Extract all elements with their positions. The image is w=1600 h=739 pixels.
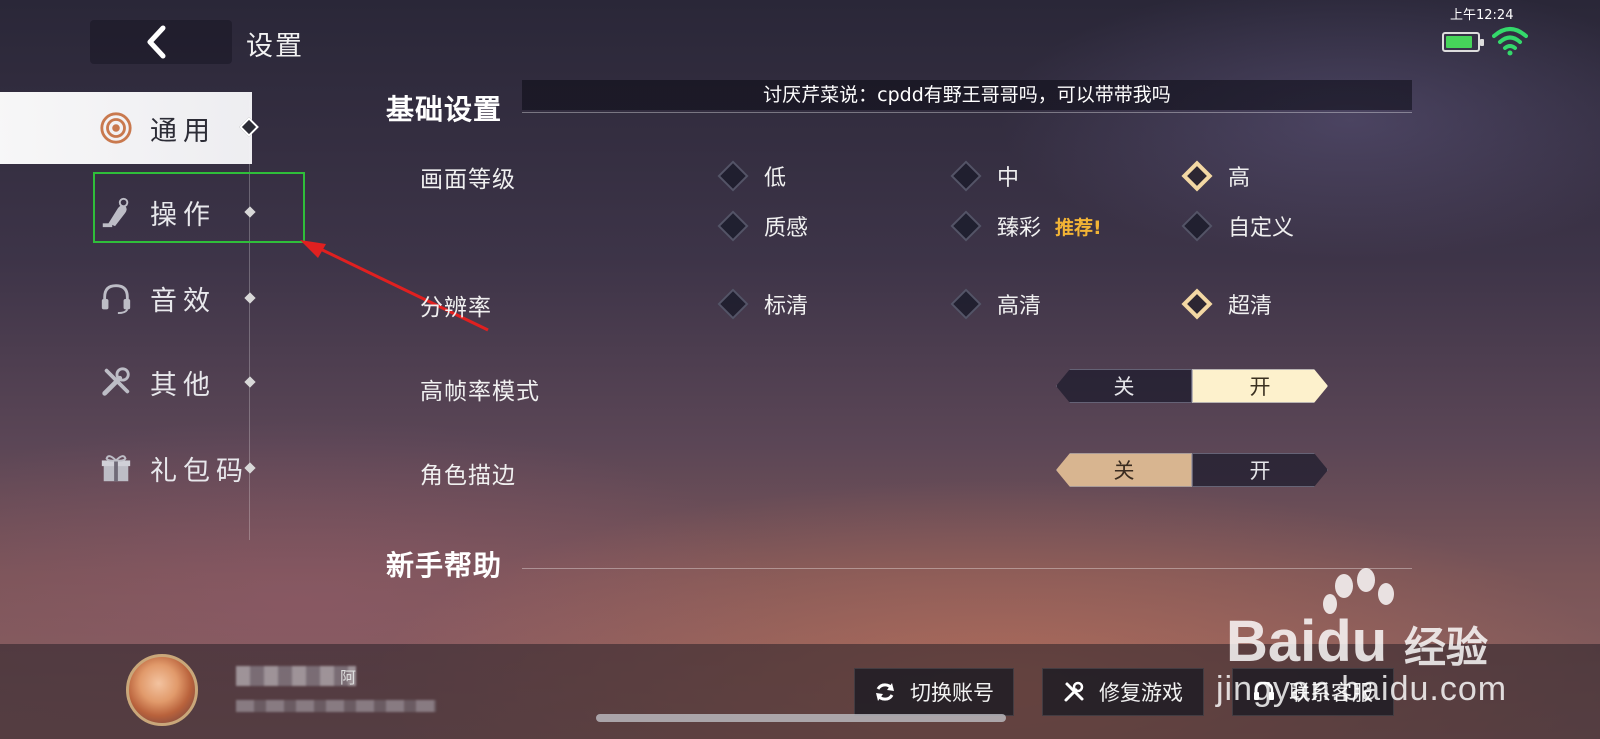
graphics-option-custom[interactable]: 自定义 (1181, 210, 1294, 242)
sidebar-item-label: 其他 (150, 369, 216, 401)
radio-diamond (717, 288, 749, 320)
baidu-jingyan-watermark: Baidu 经验 jingyan.baidu.com (1216, 568, 1526, 738)
switch-account-button[interactable]: 切换账号 (854, 668, 1014, 716)
refresh-icon (876, 683, 894, 701)
radio-diamond-selected (1181, 160, 1213, 192)
sidebar-item-gift-code[interactable]: 礼包码 (0, 432, 256, 504)
headset-icon (98, 280, 134, 316)
sidebar-item-other[interactable]: 其他 (0, 346, 256, 418)
sidebar-item-general[interactable]: 通用 (0, 92, 259, 164)
sidebar-item-sound[interactable]: 音效 (0, 262, 256, 334)
watermark-brand: Baidu (1226, 609, 1388, 674)
annotation-highlight-box (93, 172, 305, 243)
battery-level (1446, 36, 1472, 48)
toggle-on-option[interactable]: 开 (1192, 453, 1328, 487)
radio-diamond-selected (1181, 288, 1213, 320)
radio-diamond (950, 288, 982, 320)
sidebar-item-label: 通用 (150, 115, 216, 147)
radio-diamond (717, 210, 749, 242)
user-name-redacted (236, 666, 356, 686)
user-id-redacted (236, 700, 436, 712)
section-divider (522, 112, 1412, 113)
toggle-off-option[interactable]: 关 (1056, 453, 1192, 487)
page-title: 设置 (246, 31, 304, 62)
avatar[interactable] (126, 654, 198, 726)
nav-dot (244, 376, 256, 388)
graphics-level-label: 画面等级 (420, 167, 516, 193)
home-indicator-bar (596, 714, 1006, 722)
broadcast-icon (98, 110, 134, 146)
outline-label: 角色描边 (420, 463, 516, 489)
graphics-option-low[interactable]: 低 (717, 160, 786, 192)
outline-toggle[interactable]: 关 开 (1056, 453, 1328, 487)
user-name-suffix: 阿 (340, 668, 357, 687)
toggle-off-option[interactable]: 关 (1056, 369, 1192, 403)
active-indicator (239, 117, 259, 137)
radio-diamond (950, 210, 982, 242)
gift-icon (98, 450, 134, 486)
graphics-option-high[interactable]: 高 (1181, 160, 1250, 192)
graphics-option-ultra[interactable]: 臻彩 推荐! (950, 210, 1102, 242)
resolution-option-hd[interactable]: 高清 (950, 288, 1041, 320)
resolution-label: 分辨率 (420, 295, 492, 321)
tools-icon (1064, 681, 1084, 702)
chevron-left-icon (147, 25, 166, 59)
toggle-on-option[interactable]: 开 (1192, 369, 1328, 403)
watermark-product: 经验 (1404, 623, 1489, 672)
battery-icon (1442, 32, 1484, 52)
chat-marquee: 讨厌芹菜说：cpdd有野王哥哥吗，可以带带我吗 (522, 80, 1412, 110)
section-heading-basic: 基础设置 (386, 93, 503, 126)
radio-diamond (950, 160, 982, 192)
top-bar: 设置 上午12:24 (0, 0, 1600, 82)
radio-diamond (1181, 210, 1213, 242)
status-time: 上午12:24 (1450, 8, 1514, 23)
recommended-badge: 推荐! (1055, 216, 1102, 239)
sidebar-item-label: 礼包码 (150, 455, 249, 487)
back-button[interactable] (90, 20, 232, 64)
resolution-option-sd[interactable]: 标清 (717, 288, 808, 320)
sidebar-item-label: 音效 (150, 285, 216, 317)
section-heading-help: 新手帮助 (386, 549, 503, 582)
watermark-url: jingyan.baidu.com (1216, 670, 1508, 708)
graphics-option-medium[interactable]: 中 (950, 160, 1019, 192)
wifi-icon (1492, 27, 1528, 56)
high-fps-toggle[interactable]: 关 开 (1056, 369, 1328, 403)
tools-icon (98, 364, 134, 400)
graphics-option-texture[interactable]: 质感 (717, 210, 808, 242)
resolution-option-fhd[interactable]: 超清 (1181, 288, 1272, 320)
radio-diamond (717, 160, 749, 192)
high-fps-label: 高帧率模式 (420, 379, 540, 405)
repair-game-button[interactable]: 修复游戏 (1042, 668, 1204, 716)
nav-dot (244, 292, 256, 304)
